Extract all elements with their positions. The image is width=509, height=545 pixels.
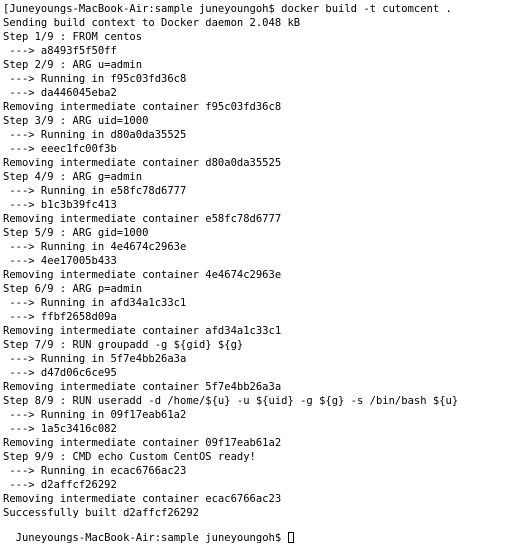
terminal-line: ---> Running in 5f7e4bb26a3a — [3, 353, 187, 365]
terminal-line: ---> 1a5c3416c082 — [3, 423, 117, 435]
terminal-line: Removing intermediate container afd34a1c… — [3, 325, 282, 337]
terminal-line: ---> a8493f5f50ff — [3, 45, 117, 57]
terminal-line: Step 3/9 : ARG uid=1000 — [3, 115, 149, 127]
terminal-line: ---> Running in 4e4674c2963e — [3, 241, 187, 253]
terminal-line: ---> Running in f95c03fd36c8 — [3, 73, 187, 85]
terminal-line: ---> d47d06c6ce95 — [3, 367, 117, 379]
terminal-line: Removing intermediate container ecac6766… — [3, 493, 282, 505]
terminal-line: Step 7/9 : RUN groupadd -g ${gid} ${g} — [3, 339, 244, 351]
terminal-line: Removing intermediate container e58fc78d… — [3, 213, 282, 225]
terminal-line: Step 9/9 : CMD echo Custom CentOS ready! — [3, 451, 256, 463]
terminal-window[interactable]: [Juneyoungs-MacBook-Air:sample juneyoung… — [0, 0, 509, 526]
terminal-line: Step 6/9 : ARG p=admin — [3, 283, 143, 295]
terminal-line: Step 4/9 : ARG g=admin — [3, 171, 143, 183]
terminal-line: ---> d2affcf26292 — [3, 479, 117, 491]
terminal-line: Removing intermediate container d80a0da3… — [3, 157, 282, 169]
terminal-line: Sending build context to Docker daemon 2… — [3, 17, 301, 29]
terminal-prompt-line[interactable]: Juneyoungs-MacBook-Air:sample juneyoungo… — [0, 517, 509, 545]
terminal-output: [Juneyoungs-MacBook-Air:sample juneyoung… — [0, 2, 509, 520]
terminal-line: ---> Running in 09f17eab61a2 — [3, 409, 187, 421]
terminal-line: ---> ffbf2658d09a — [3, 311, 117, 323]
terminal-line: [Juneyoungs-MacBook-Air:sample juneyoung… — [3, 3, 452, 15]
terminal-line: Removing intermediate container f95c03fd… — [3, 101, 282, 113]
terminal-line: Removing intermediate container 09f17eab… — [3, 437, 282, 449]
terminal-line: ---> Running in e58fc78d6777 — [3, 185, 187, 197]
terminal-line: ---> Running in ecac6766ac23 — [3, 465, 187, 477]
terminal-line: ---> eeec1fc00f3b — [3, 143, 117, 155]
terminal-line: ---> b1c3b39fc413 — [3, 199, 117, 211]
terminal-line: ---> Running in d80a0da35525 — [3, 129, 187, 141]
prompt-text: Juneyoungs-MacBook-Air:sample juneyoungo… — [15, 532, 288, 544]
terminal-line: Removing intermediate container 5f7e4bb2… — [3, 381, 282, 393]
cursor-icon — [288, 532, 295, 543]
terminal-line: Removing intermediate container 4e4674c2… — [3, 269, 282, 281]
terminal-line: Step 1/9 : FROM centos — [3, 31, 143, 43]
terminal-line: ---> 4ee17005b433 — [3, 255, 117, 267]
terminal-line: Step 2/9 : ARG u=admin — [3, 59, 143, 71]
terminal-line: ---> da446045eba2 — [3, 87, 117, 99]
terminal-line: Step 5/9 : ARG gid=1000 — [3, 227, 149, 239]
terminal-line: Step 8/9 : RUN useradd -d /home/${u} -u … — [3, 395, 459, 407]
terminal-line: ---> Running in afd34a1c33c1 — [3, 297, 187, 309]
